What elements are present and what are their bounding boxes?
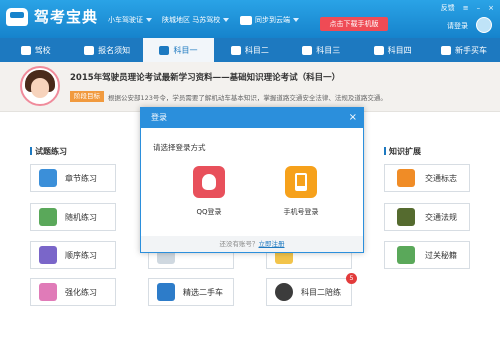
nav-item-subject4[interactable]: 科目四 bbox=[357, 38, 428, 62]
dialog-footer: 还没有账号？立即注册 bbox=[141, 236, 363, 252]
app-title: 驾考宝典 bbox=[34, 8, 99, 26]
nav-item-buy-car[interactable]: 新手买车 bbox=[428, 38, 499, 62]
main-nav: 驾校 报名须知 科目一 科目二 科目三 科目四 新手买车 bbox=[0, 38, 500, 62]
pencil-icon bbox=[159, 45, 170, 55]
banner-description: 根据公安部123号令，学员需要了解机动车基本知识，掌握道路交通安全法律、法规及道… bbox=[108, 94, 387, 102]
traffic-law-tile[interactable]: 交通法规 bbox=[384, 203, 470, 231]
phone-login-label[interactable]: 手机号登录 bbox=[271, 207, 331, 217]
notification-badge: 5 bbox=[346, 273, 357, 284]
banner-title: 2015年驾驶员理论考试最新学习资料——基础知识理论考试（科目一） bbox=[70, 73, 341, 83]
book-icon bbox=[373, 45, 384, 55]
document-icon bbox=[84, 45, 95, 55]
login-method-prompt: 请选择登录方式 bbox=[153, 143, 206, 152]
tile-label: 随机练习 bbox=[65, 212, 97, 222]
nav-item-subject3[interactable]: 科目三 bbox=[286, 38, 357, 62]
tile-label: 顺序练习 bbox=[65, 250, 97, 260]
login-link[interactable]: 请登录 bbox=[447, 21, 468, 31]
close-icon[interactable]: × bbox=[349, 108, 357, 128]
qq-icon bbox=[202, 174, 216, 190]
dialog-header: 登录 × bbox=[141, 108, 363, 128]
nav-item-subject2[interactable]: 科目二 bbox=[214, 38, 285, 62]
traffic-signs-tile[interactable]: 交通标志 bbox=[384, 164, 470, 192]
tile-label: 交通标志 bbox=[425, 173, 457, 183]
avatar-face bbox=[31, 78, 49, 98]
reinforce-practice-tile[interactable]: 强化练习 bbox=[30, 278, 116, 306]
cloud-sync-select[interactable]: 同步到云端 bbox=[240, 15, 299, 25]
info-banner: 2015年驾驶员理论考试最新学习资料——基础知识理论考试（科目一） 阶段目标 根… bbox=[0, 62, 500, 112]
window-controls: 反馈 ≡ – × bbox=[433, 3, 494, 13]
nav-item-jiaxiao[interactable]: 驾校 bbox=[0, 38, 71, 62]
goal-tag: 阶段目标 bbox=[70, 91, 104, 102]
subject2-coach-tile[interactable]: 科目二陪练 bbox=[266, 278, 352, 306]
minimize-icon[interactable]: – bbox=[477, 4, 481, 12]
qq-login-label[interactable]: QQ登录 bbox=[179, 207, 239, 217]
close-window-icon[interactable]: × bbox=[488, 4, 494, 12]
nav-label: 科目一 bbox=[173, 45, 198, 55]
nav-item-signup[interactable]: 报名须知 bbox=[71, 38, 142, 62]
register-link[interactable]: 立即注册 bbox=[259, 240, 285, 248]
cone-icon bbox=[230, 45, 241, 55]
practice-section-title: 试题练习 bbox=[30, 146, 67, 157]
instructor-avatar bbox=[20, 66, 60, 106]
driver-icon bbox=[275, 283, 293, 301]
nav-label: 科目三 bbox=[316, 45, 341, 55]
menu-icon[interactable]: ≡ bbox=[463, 4, 469, 12]
tile-label: 章节练习 bbox=[65, 173, 97, 183]
nav-label: 科目四 bbox=[387, 45, 412, 55]
truck-icon bbox=[157, 283, 175, 301]
sequence-practice-tile[interactable]: 顺序练习 bbox=[30, 241, 116, 269]
reinforce-icon bbox=[39, 283, 57, 301]
title-bar: 驾考宝典 小车驾驶证 陕城地区 马苏驾校 同步到云端 点击下载手机版 反馈 ≡ … bbox=[0, 0, 500, 38]
chapter-icon bbox=[39, 169, 57, 187]
nav-label: 驾校 bbox=[34, 45, 51, 55]
random-practice-tile[interactable]: 随机练习 bbox=[30, 203, 116, 231]
phone-login-option[interactable]: 手机号登录 bbox=[271, 166, 331, 217]
nav-label: 科目二 bbox=[244, 45, 269, 55]
car-type-label: 小车驾驶证 bbox=[108, 16, 143, 24]
tile-label: 过关秘籍 bbox=[425, 250, 457, 260]
nav-item-subject1[interactable]: 科目一 bbox=[142, 38, 215, 62]
download-mobile-button[interactable]: 点击下载手机版 bbox=[320, 17, 388, 31]
checklist-icon bbox=[397, 246, 415, 264]
tile-label: 科目二陪练 bbox=[301, 287, 341, 297]
chapter-practice-tile[interactable]: 章节练习 bbox=[30, 164, 116, 192]
login-dialog: 登录 × 请选择登录方式 QQ登录 手机号登录 还没有账号？立即注册 bbox=[140, 107, 364, 253]
random-icon bbox=[39, 208, 57, 226]
user-avatar[interactable] bbox=[476, 17, 492, 33]
sync-label: 同步到云端 bbox=[255, 16, 290, 24]
no-account-text: 还没有账号？ bbox=[219, 240, 259, 248]
tile-label: 交通法规 bbox=[425, 212, 457, 222]
car-type-select[interactable]: 小车驾驶证 bbox=[108, 15, 152, 25]
knowledge-section-title: 知识扩展 bbox=[384, 146, 421, 157]
phone-login-button[interactable] bbox=[285, 166, 317, 198]
qq-login-button[interactable] bbox=[193, 166, 225, 198]
police-icon bbox=[397, 208, 415, 226]
region-select[interactable]: 陕城地区 马苏驾校 bbox=[162, 15, 230, 25]
traffic-cone-icon bbox=[397, 169, 415, 187]
chevron-down-icon bbox=[293, 18, 299, 22]
chevron-down-icon bbox=[146, 18, 152, 22]
phone-icon bbox=[295, 173, 307, 191]
qq-login-option[interactable]: QQ登录 bbox=[179, 166, 239, 217]
tile-label: 强化练习 bbox=[65, 287, 97, 297]
sequence-icon bbox=[39, 246, 57, 264]
chevron-down-icon bbox=[223, 18, 230, 22]
pass-tips-tile[interactable]: 过关秘籍 bbox=[384, 241, 470, 269]
car-logo-icon bbox=[6, 7, 28, 26]
tile-label: 精选二手车 bbox=[183, 287, 223, 297]
sync-icon bbox=[240, 15, 252, 25]
app-logo: 驾考宝典 bbox=[6, 6, 98, 27]
region-label: 陕城地区 马苏驾校 bbox=[162, 16, 221, 24]
feedback-link[interactable]: 反馈 bbox=[441, 3, 455, 13]
new-car-icon bbox=[441, 45, 452, 55]
nav-label: 新手买车 bbox=[455, 45, 488, 55]
nav-label: 报名须知 bbox=[98, 45, 131, 55]
dialog-title: 登录 bbox=[151, 113, 167, 122]
house-icon bbox=[20, 45, 31, 55]
used-car-tile[interactable]: 精选二手车 bbox=[148, 278, 234, 306]
car-icon bbox=[302, 45, 313, 55]
